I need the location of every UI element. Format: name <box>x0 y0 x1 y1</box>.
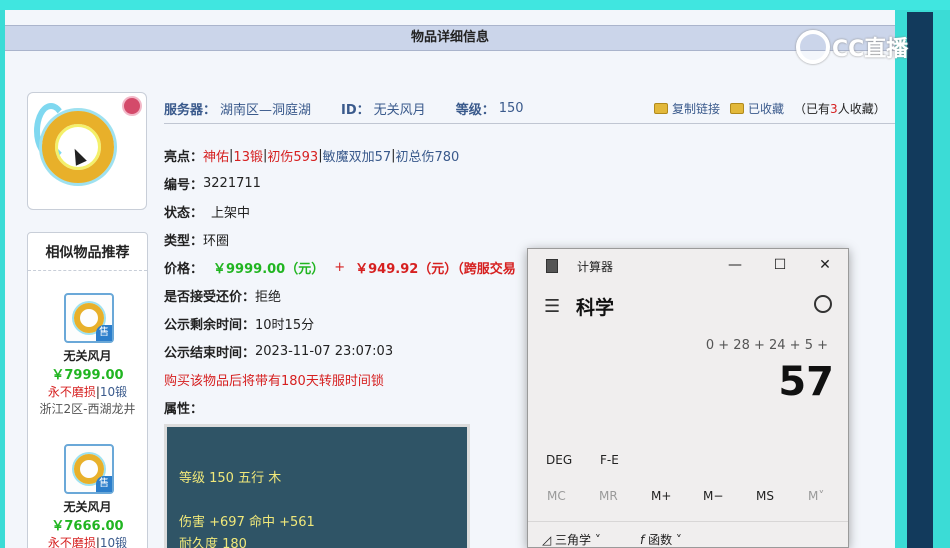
favorite-button[interactable]: 已收藏 <box>730 100 784 117</box>
end-label: 公示结束时间： <box>164 345 256 361</box>
bargain-label: 是否接受还价： <box>164 289 256 305</box>
function-dropdown[interactable]: f 函数 ˅ <box>640 531 682 548</box>
number-row: 编号： 3221711 <box>164 173 261 193</box>
plus-sign: + <box>334 259 346 275</box>
rec-item-price: ￥7999.00 <box>51 368 124 383</box>
level-label: 等级： <box>455 102 495 118</box>
deg-button[interactable]: DEG <box>546 453 572 467</box>
page-title: 物品详细信息 <box>5 25 895 51</box>
favorite-folder-icon <box>730 102 745 114</box>
calculator-app-icon <box>546 259 558 273</box>
highlight-tag: 神佑 <box>203 149 230 165</box>
calculator-titlebar[interactable]: 计算器 — ☐ ✕ <box>528 249 848 281</box>
rec-item-image[interactable]: 售 <box>64 444 114 494</box>
history-icon[interactable] <box>814 295 832 313</box>
number-label: 编号： <box>164 177 204 193</box>
remain-value: 10时15分 <box>255 317 315 333</box>
similar-items-title: 相似物品推荐 <box>28 233 147 271</box>
highlights-row: 亮点： 神佑 | 13锻 | 初伤593 | 敏魔双加57 | 初总伤780 <box>164 147 460 165</box>
rec-item-name: 无关风月 <box>63 500 112 514</box>
price-row: 价格： ￥9999.00（元） + ￥949.92（元）（跨服交易 <box>164 257 516 277</box>
attr-row: 属性： <box>164 397 203 417</box>
rec-item-name: 无关风月 <box>63 349 112 363</box>
highlights-label: 亮点： <box>164 149 204 165</box>
type-row: 类型： 环圈 <box>164 229 229 249</box>
close-button[interactable]: ✕ <box>805 255 845 275</box>
calculator-window: 计算器 — ☐ ✕ ☰ 科学 0 + 28 + 24 + 5 + 57 DEG … <box>527 248 849 548</box>
memory-list-button[interactable]: M˅ <box>808 489 824 503</box>
highlight-tag: 初伤593 <box>267 149 319 165</box>
server-value: 湖南区—洞庭湖 <box>220 102 312 118</box>
price-value: ￥9999.00（元） <box>213 261 325 277</box>
end-value: 2023-11-07 23:07:03 <box>255 343 394 359</box>
rec-item-tags: 永不磨损|10锻 <box>47 385 128 399</box>
m-plus-button[interactable]: M+ <box>651 489 671 503</box>
divider <box>164 123 895 124</box>
number-value: 3221711 <box>203 175 261 191</box>
rec-item-image[interactable]: 售 <box>64 293 114 343</box>
rec-item-price: ￥7666.00 <box>51 519 124 534</box>
mr-button[interactable]: MR <box>599 489 618 503</box>
calculator-mode: 科学 <box>576 297 615 319</box>
id-label: ID： <box>341 102 370 118</box>
status-label: 状态： <box>164 205 204 221</box>
cc-brand-text: CC直播 <box>832 37 909 62</box>
ms-button[interactable]: MS <box>756 489 774 503</box>
folder-icon <box>654 102 668 114</box>
rec-item-tags: 永不磨损|10锻 <box>47 536 128 548</box>
rec-item[interactable]: 无关风月 ￥7666.00 永不磨损|10锻 <box>28 498 147 548</box>
calculator-title: 计算器 <box>577 260 614 274</box>
sale-badge: 售 <box>96 476 112 492</box>
m-minus-button[interactable]: M− <box>703 489 723 503</box>
level-value: 150 <box>498 100 524 116</box>
fe-button[interactable]: F-E <box>600 453 619 467</box>
hamburger-menu-icon[interactable]: ☰ <box>544 296 560 317</box>
status-value: 上架中 <box>211 205 251 221</box>
attr-line: 耐久度 180 <box>179 537 247 548</box>
calculator-result: 57 <box>778 359 834 405</box>
fav-count: 3 <box>830 101 838 116</box>
sale-badge: 售 <box>96 325 112 341</box>
maximize-button[interactable]: ☐ <box>760 255 800 275</box>
favorite-label: 已收藏 <box>748 101 785 116</box>
attributes-box: 等级 150 五行 木 伤害 +697 命中 +561 耐久度 180 <box>164 424 470 548</box>
stream-top-bar <box>0 0 950 10</box>
mc-button[interactable]: MC <box>547 489 566 503</box>
server-label: 服务器： <box>164 102 217 118</box>
id-value: 无关风月 <box>373 102 426 118</box>
copy-link-label: 复制链接 <box>672 101 721 116</box>
calculator-separator <box>528 521 848 522</box>
similar-items-panel: 相似物品推荐 售 无关风月 ￥7999.00 永不磨损|10锻 浙江2区-西湖龙… <box>27 232 148 548</box>
attr-line: 伤害 +697 命中 +561 <box>179 515 315 530</box>
price-label: 价格： <box>164 261 204 277</box>
fav-count-text: （已有3人收藏） <box>794 101 886 116</box>
highlight-tag: 13锻 <box>233 149 263 165</box>
type-value: 环圈 <box>203 233 230 249</box>
item-image <box>27 92 147 210</box>
bargain-value: 拒绝 <box>255 289 282 305</box>
cc-logo-icon <box>796 30 830 64</box>
copy-link-button[interactable]: 复制链接 <box>654 100 720 117</box>
right-dark-panel <box>907 12 933 548</box>
rec-item-server: 浙江2区-西湖龙井 <box>39 402 136 416</box>
cross-server-price: ￥949.92（元）（跨服交易 <box>355 261 516 277</box>
calculator-expression: 0 + 28 + 24 + 5 + <box>705 338 828 353</box>
cc-live-watermark: CC直播 <box>796 27 908 67</box>
end-row: 公示结束时间： 2023-11-07 23:07:03 <box>164 341 393 361</box>
highlight-tag: 初总伤780 <box>395 149 460 165</box>
minimize-button[interactable]: — <box>715 255 755 275</box>
highlight-tag: 敏魔双加57 <box>322 149 392 165</box>
status-row: 状态： 上架中 <box>164 201 250 221</box>
attr-label: 属性： <box>164 401 204 417</box>
rec-item[interactable]: 无关风月 ￥7999.00 永不磨损|10锻 浙江2区-西湖龙井 <box>28 347 147 417</box>
type-label: 类型： <box>164 233 204 249</box>
item-actions: 复制链接 已收藏 （已有3人收藏） <box>654 96 886 120</box>
trig-dropdown[interactable]: ◿ 三角学 ˅ <box>542 531 601 548</box>
transfer-notice: 购买该物品后将带有180天转服时间锁 <box>164 373 384 389</box>
remain-label: 公示剩余时间： <box>164 317 256 333</box>
bargain-row: 是否接受还价： 拒绝 <box>164 285 281 305</box>
lock-badge-icon <box>122 96 142 116</box>
attr-line: 等级 150 五行 木 <box>179 471 282 486</box>
remain-row: 公示剩余时间： 10时15分 <box>164 313 314 333</box>
